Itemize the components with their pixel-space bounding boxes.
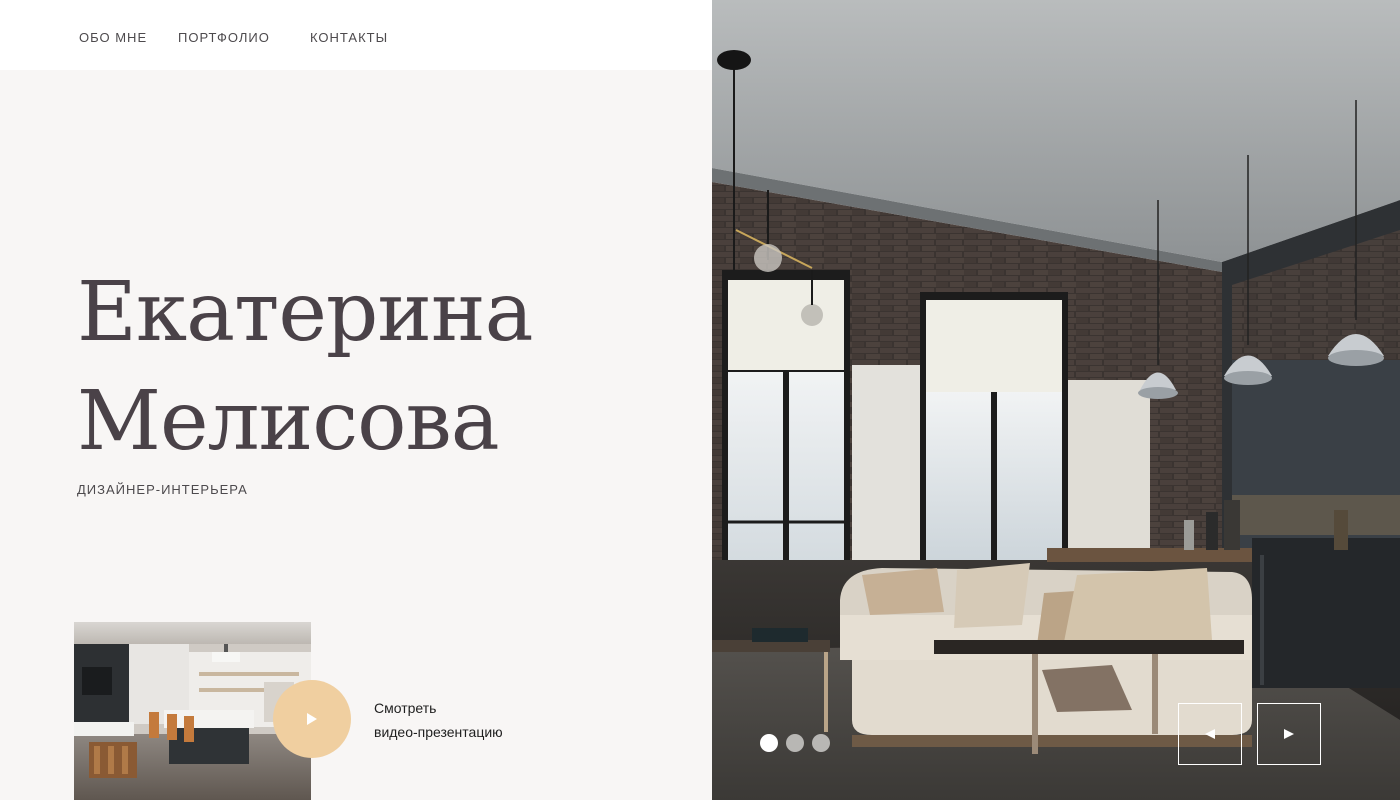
slider-dot-1[interactable] <box>760 734 778 752</box>
designer-last-name: Мелисова <box>77 374 500 469</box>
intro-panel: ОБО МНЕ ПОРТФОЛИО КОНТАКТЫ Екатерина Мел… <box>0 0 712 800</box>
video-label-line1: Смотреть <box>374 700 437 716</box>
slider-prev-button[interactable] <box>1178 703 1242 765</box>
arrow-left-icon <box>1205 729 1215 739</box>
designer-title: ДИЗАЙНЕР-ИНТЕРЬЕРА <box>77 482 248 497</box>
designer-first-name: Екатерина <box>77 265 534 360</box>
play-icon <box>307 713 317 725</box>
top-navigation: ОБО МНЕ ПОРТФОЛИО КОНТАКТЫ <box>0 0 712 70</box>
video-label-line2: видео-презентацию <box>374 724 503 740</box>
nav-item-about[interactable]: ОБО МНЕ <box>79 30 147 46</box>
hero-slider <box>712 0 1400 800</box>
loft-interior-photo <box>712 0 1400 800</box>
play-video-button[interactable] <box>273 680 351 758</box>
slider-next-button[interactable] <box>1257 703 1321 765</box>
slider-dot-2[interactable] <box>786 734 804 752</box>
arrow-right-icon <box>1284 729 1294 739</box>
slider-dot-3[interactable] <box>812 734 830 752</box>
nav-item-contacts[interactable]: КОНТАКТЫ <box>310 30 388 46</box>
nav-item-portfolio[interactable]: ПОРТФОЛИО <box>178 30 270 46</box>
video-presentation-link[interactable]: Смотреть видео-презентацию <box>374 696 503 744</box>
